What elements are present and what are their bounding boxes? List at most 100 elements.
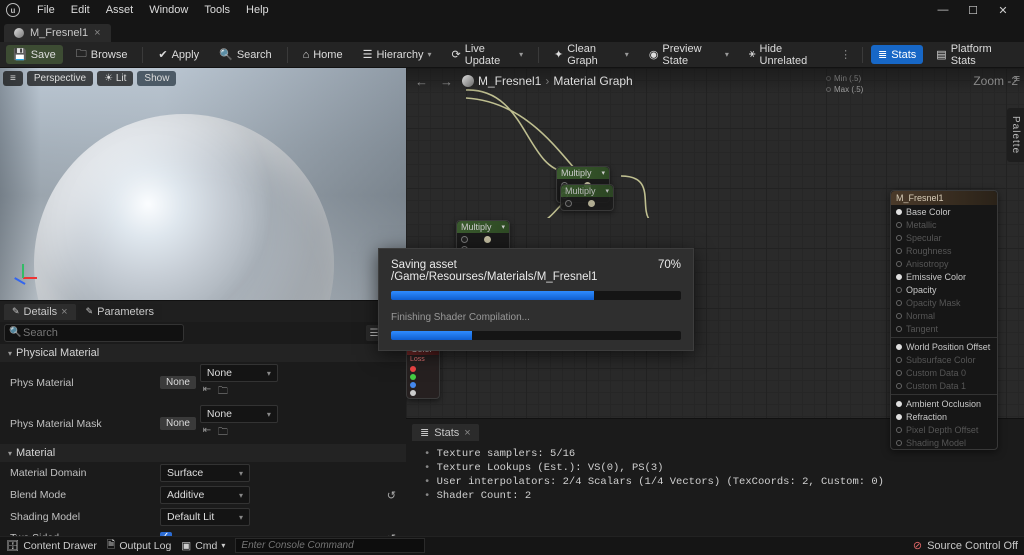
document-tab[interactable]: M_Fresnel1 × <box>4 24 111 42</box>
window-close-icon[interactable]: ✕ <box>988 1 1018 19</box>
result-pin-row[interactable]: Tangent <box>891 322 997 335</box>
input-pin[interactable] <box>896 222 902 228</box>
result-pin-row[interactable]: Opacity Mask <box>891 296 997 309</box>
menu-file[interactable]: File <box>30 2 62 18</box>
browse-button[interactable]: 🗀Browse <box>69 42 135 67</box>
viewport-show-button[interactable]: Show <box>137 71 176 86</box>
palette-tab[interactable]: Palette <box>1007 108 1024 162</box>
menu-help[interactable]: Help <box>239 2 276 18</box>
breadcrumb[interactable]: M_Fresnel1 › Material Graph <box>462 74 633 88</box>
r-pin[interactable] <box>410 366 416 372</box>
details-search-input[interactable] <box>4 324 184 342</box>
menu-tools[interactable]: Tools <box>197 2 237 18</box>
hierarchy-button[interactable]: ☰Hierarchy▾ <box>356 45 439 64</box>
input-pin[interactable] <box>896 261 902 267</box>
asset-dropdown[interactable]: None▾ <box>200 364 278 382</box>
viewport-lit-button[interactable]: ☀ Lit <box>97 71 133 86</box>
apply-button[interactable]: ✔Apply <box>151 45 206 64</box>
details-panel[interactable]: Physical Material Phys Material None Non… <box>0 344 406 536</box>
nav-back-icon[interactable]: ← <box>412 74 431 89</box>
input-pin[interactable] <box>896 344 902 350</box>
input-pin[interactable] <box>896 326 902 332</box>
material-preview-viewport[interactable]: ≡ Perspective ☀ Lit Show <box>0 68 406 300</box>
input-pin[interactable] <box>896 248 902 254</box>
input-pin[interactable] <box>896 274 902 280</box>
menu-asset[interactable]: Asset <box>99 2 141 18</box>
tab-parameters[interactable]: ✎Parameters <box>78 304 162 320</box>
result-pin-row[interactable]: Anisotropy <box>891 257 997 270</box>
use-asset-icon[interactable]: ⇤ <box>200 384 214 401</box>
close-tab-icon[interactable]: × <box>94 27 100 39</box>
result-pin-row[interactable]: Custom Data 0 <box>891 366 997 379</box>
clean-graph-button[interactable]: ✦Clean Graph▾ <box>547 40 636 70</box>
section-physical-material[interactable]: Physical Material <box>0 344 406 362</box>
input-pin[interactable] <box>565 200 572 207</box>
shading-model-dropdown[interactable]: Default Lit▾ <box>160 508 250 526</box>
input-pin[interactable] <box>896 370 902 376</box>
blend-mode-dropdown[interactable]: Additive▾ <box>160 486 250 504</box>
save-button[interactable]: 💾Save <box>6 45 63 64</box>
material-domain-dropdown[interactable]: Surface▾ <box>160 464 250 482</box>
input-pin[interactable] <box>896 313 902 319</box>
result-pin-row[interactable]: Ambient Occlusion <box>891 397 997 410</box>
asset-slot[interactable]: None <box>160 376 196 389</box>
output-pin[interactable] <box>484 236 491 243</box>
hide-unrelated-button[interactable]: ⚹Hide Unrelated <box>742 40 831 70</box>
result-pin-row[interactable]: Opacity <box>891 283 997 296</box>
input-pin[interactable] <box>896 209 902 215</box>
b-pin[interactable] <box>410 382 416 388</box>
window-maximize-icon[interactable]: ☐ <box>958 1 988 19</box>
browse-asset-icon[interactable]: 🗀 <box>216 384 230 401</box>
result-pin-row[interactable]: Pixel Depth Offset <box>891 423 997 436</box>
input-pin[interactable] <box>896 287 902 293</box>
asset-dropdown[interactable]: None▾ <box>200 405 278 423</box>
asset-slot[interactable]: None <box>160 417 196 430</box>
tab-stats[interactable]: ≣Stats× <box>412 424 479 441</box>
viewport-menu-button[interactable]: ≡ <box>3 71 23 86</box>
console-command-input[interactable] <box>235 538 425 553</box>
result-pin-row[interactable]: Shading Model <box>891 436 997 449</box>
menu-edit[interactable]: Edit <box>64 2 97 18</box>
cmd-dropdown[interactable]: ▣Cmd▾ <box>181 540 225 552</box>
a-pin[interactable] <box>410 390 416 396</box>
result-pin-row[interactable]: Subsurface Color <box>891 353 997 366</box>
reset-to-default-icon[interactable]: ↺ <box>387 489 396 502</box>
output-pin[interactable] <box>588 200 595 207</box>
source-control-label[interactable]: Source Control Off <box>927 540 1018 552</box>
output-log-button[interactable]: 🗎Output Log <box>107 537 171 555</box>
material-result-node[interactable]: M_Fresnel1 Base ColorMetallicSpecularRou… <box>890 190 998 450</box>
graph-menu-icon[interactable]: ≡ <box>1014 73 1020 85</box>
g-pin[interactable] <box>410 374 416 380</box>
preview-state-button[interactable]: ◉Preview State▾ <box>642 40 736 70</box>
input-pin[interactable] <box>461 236 468 243</box>
home-button[interactable]: ⌂Home <box>296 46 350 64</box>
input-pin[interactable] <box>896 401 902 407</box>
section-material[interactable]: Material <box>0 444 406 462</box>
input-pin[interactable] <box>896 235 902 241</box>
input-pin[interactable] <box>896 427 902 433</box>
result-pin-row[interactable]: Roughness <box>891 244 997 257</box>
result-pin-row[interactable]: World Position Offset <box>891 340 997 353</box>
result-pin-row[interactable]: Refraction <box>891 410 997 423</box>
input-pin[interactable] <box>896 357 902 363</box>
menu-window[interactable]: Window <box>142 2 195 18</box>
result-pin-row[interactable]: Metallic <box>891 218 997 231</box>
browse-asset-icon[interactable]: 🗀 <box>216 425 230 442</box>
result-pin-row[interactable]: Custom Data 1 <box>891 379 997 392</box>
close-tab-icon[interactable]: × <box>464 427 470 439</box>
input-pin[interactable] <box>896 440 902 446</box>
window-minimize-icon[interactable]: — <box>928 1 958 19</box>
result-pin-row[interactable]: Normal <box>891 309 997 322</box>
nav-forward-icon[interactable]: → <box>437 74 456 89</box>
platform-stats-button[interactable]: ▤Platform Stats <box>929 40 1018 70</box>
more-icon[interactable]: ⋮ <box>837 48 854 61</box>
live-update-button[interactable]: ⟳Live Update▾ <box>445 40 531 70</box>
use-asset-icon[interactable]: ⇤ <box>200 425 214 442</box>
input-pin[interactable] <box>896 383 902 389</box>
stats-button[interactable]: ≣Stats <box>871 45 923 64</box>
result-pin-row[interactable]: Emissive Color <box>891 270 997 283</box>
search-button[interactable]: 🔍Search <box>212 45 279 64</box>
result-pin-row[interactable]: Specular <box>891 231 997 244</box>
input-pin[interactable] <box>896 300 902 306</box>
graph-node-multiply-2[interactable]: Multiply▾ <box>560 184 614 211</box>
